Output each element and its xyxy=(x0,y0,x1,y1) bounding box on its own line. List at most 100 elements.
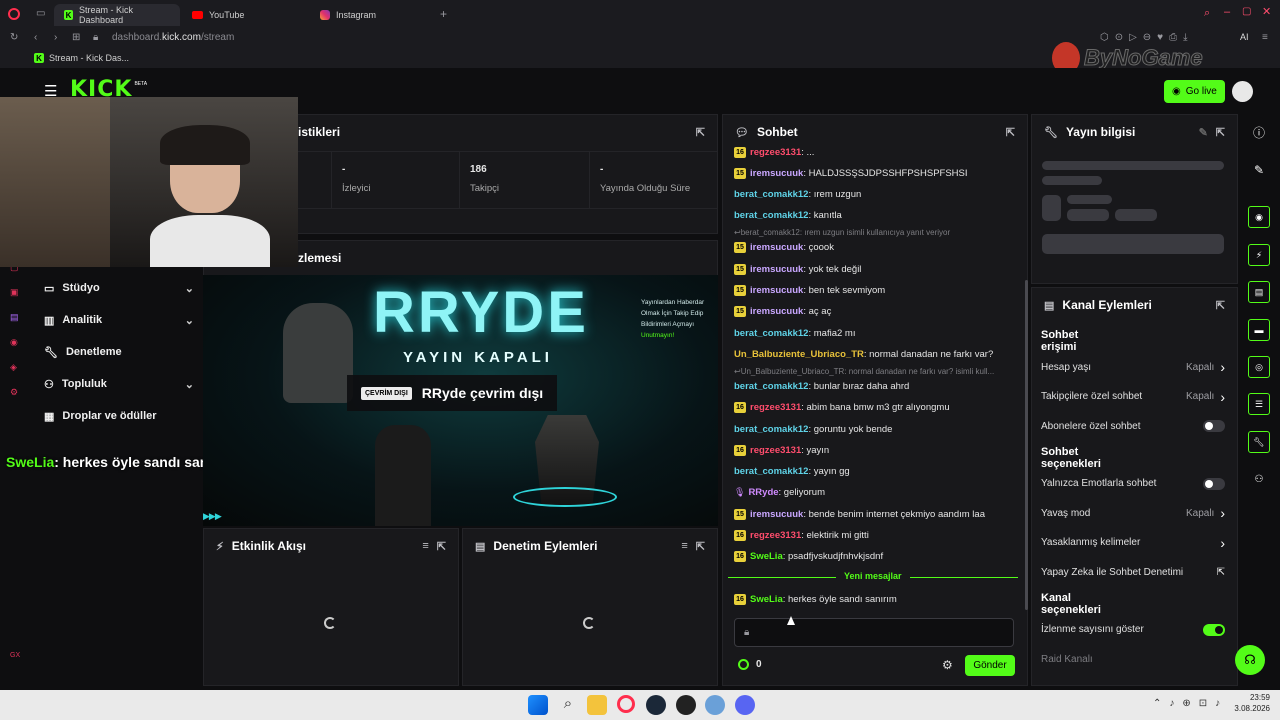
popout-icon[interactable]: ⇱ xyxy=(437,540,446,553)
chat-username[interactable]: iremsucuuk xyxy=(750,306,803,317)
chat-settings-gear-icon[interactable]: ⚙ xyxy=(942,658,953,672)
sidebar-item-drops[interactable]: ▦ Droplar ve ödüller xyxy=(44,404,194,428)
chat-message: berat_comakk12: mafia2 mı xyxy=(734,323,1014,343)
channel-action-row[interactable]: Yapay Zeka ile Sohbet Denetimi ⇱ xyxy=(1041,558,1225,586)
sidebar-item-studio[interactable]: ▭ Stüdyo ⌄ xyxy=(44,276,194,300)
chat-username[interactable]: berat_comakk12 xyxy=(734,189,808,200)
tab-kick-dashboard[interactable]: K Stream - Kick Dashboard xyxy=(54,4,180,26)
new-tab-icon[interactable]: + xyxy=(440,7,447,21)
edit-pencil-icon[interactable]: ✎ xyxy=(1199,126,1208,139)
url-field[interactable]: dashboard.kick.com/stream xyxy=(112,32,234,43)
channel-action-row[interactable]: Yavaş mod Kapalı › xyxy=(1041,499,1225,527)
reload-icon[interactable]: ↻ xyxy=(10,32,18,43)
chat-username[interactable]: berat_comakk12 xyxy=(734,466,808,477)
chat-bubble-icon[interactable]: ▬ xyxy=(1248,319,1270,341)
settings-icon[interactable]: ⚙ xyxy=(10,387,19,398)
wrench-icon[interactable]: 🔧︎ xyxy=(1248,431,1270,453)
chat-username[interactable]: berat_comakk12 xyxy=(734,328,808,339)
windows-start-icon[interactable] xyxy=(528,695,548,715)
rail-icon-4[interactable]: ◉ xyxy=(10,337,19,348)
more-menu-icon[interactable]: ≡ xyxy=(1262,32,1268,43)
obs-icon[interactable] xyxy=(676,695,696,715)
popout-icon[interactable]: ⇱ xyxy=(696,126,705,139)
tab-instagram[interactable]: Instagram xyxy=(310,4,436,26)
filter-icon[interactable]: ≡ xyxy=(422,540,428,552)
chat-username[interactable]: regzee3131 xyxy=(750,402,801,413)
bookmark-kick[interactable]: K Stream - Kick Das... xyxy=(34,53,129,63)
kick-favicon-icon: K xyxy=(64,10,74,20)
support-headset-icon[interactable]: ☊ xyxy=(1235,645,1265,675)
close-icon[interactable]: ✕ xyxy=(1262,5,1271,18)
users-icon[interactable]: ⚇ xyxy=(1248,468,1270,490)
filter-icon[interactable]: ≡ xyxy=(681,540,687,552)
maximize-icon[interactable]: ▢ xyxy=(1242,6,1251,17)
popout-icon[interactable]: ⇱ xyxy=(1216,126,1225,139)
app-icon[interactable] xyxy=(705,695,725,715)
chat-username[interactable]: iremsucuuk xyxy=(750,509,803,520)
chat-username[interactable]: Un_Balbuziente_Ubriaco_TR xyxy=(734,349,864,360)
sidebar-item-community[interactable]: ⚇ Topluluk ⌄ xyxy=(44,372,194,396)
toggle-switch[interactable] xyxy=(1203,477,1225,490)
channel-action-row[interactable]: Yalnızca Emotlarla sohbet xyxy=(1041,470,1225,498)
chat-username[interactable]: regzee3131 xyxy=(750,445,801,456)
speed-dial-icon[interactable]: ⊞ xyxy=(72,32,80,43)
chat-username[interactable]: berat_comakk12 xyxy=(734,381,808,392)
broadcast-icon[interactable]: ◎ xyxy=(1248,356,1270,378)
clock[interactable]: 23:59 3.08.2026 xyxy=(1228,692,1270,714)
popout-icon[interactable]: ⇱ xyxy=(1216,299,1225,312)
opera-gx-icon[interactable] xyxy=(617,695,635,713)
discord-icon[interactable] xyxy=(735,695,755,715)
chat-username[interactable]: iremsucuuk xyxy=(750,168,803,179)
chat-username[interactable]: berat_comakk12 xyxy=(734,210,808,221)
list-icon[interactable]: ☰ xyxy=(1248,393,1270,415)
file-explorer-icon[interactable] xyxy=(587,695,607,715)
chat-username[interactable]: regzee3131 xyxy=(750,530,801,541)
document-icon[interactable]: ▤ xyxy=(1248,281,1270,303)
info-icon[interactable]: ⓘ xyxy=(1248,121,1270,143)
ai-button[interactable]: AI xyxy=(1240,32,1249,42)
steam-icon[interactable] xyxy=(646,695,666,715)
edit-pencil-icon[interactable]: ✎ xyxy=(1248,159,1270,181)
sidebar-item-analytics[interactable]: ▥ Analitik ⌄ xyxy=(44,308,194,332)
send-button[interactable]: Gönder xyxy=(965,655,1015,676)
channel-action-row[interactable]: Yasaklanmış kelimeler › xyxy=(1041,529,1225,557)
chat-username[interactable]: berat_comakk12 xyxy=(734,424,808,435)
chat-input[interactable]: 🔒︎ xyxy=(734,618,1014,647)
search-tabs-icon[interactable]: ⌕ xyxy=(1204,7,1210,20)
avatar[interactable] xyxy=(1232,81,1253,102)
chevron-right-icon: › xyxy=(1220,359,1225,375)
rail-icon-2[interactable]: ▣ xyxy=(10,287,19,298)
sub-badge: 15 xyxy=(734,263,746,275)
camera-icon[interactable]: ◉ xyxy=(1248,206,1270,228)
channel-action-row[interactable]: İzlenme sayısını göster xyxy=(1041,616,1225,644)
channel-action-row[interactable]: Takipçilere özel sohbet Kapalı › xyxy=(1041,383,1225,411)
chat-username[interactable]: RRyde xyxy=(748,487,778,498)
rail-icon-5[interactable]: ◈ xyxy=(10,362,19,373)
go-live-button[interactable]: ◉ Go live xyxy=(1164,80,1225,103)
channel-points[interactable]: 0 xyxy=(738,659,762,670)
chat-username[interactable]: SweLia xyxy=(750,551,783,562)
sidebar-item-moderation[interactable]: 🔧︎ Denetleme xyxy=(44,340,194,364)
channel-action-row[interactable]: Abonelere özel sohbet xyxy=(1041,412,1225,440)
channel-action-row[interactable]: Hesap yaşı Kapalı › xyxy=(1041,353,1225,381)
minimize-icon[interactable]: – xyxy=(1224,6,1230,18)
chat-username[interactable]: regzee3131 xyxy=(750,147,801,158)
chat-username[interactable]: iremsucuuk xyxy=(750,264,803,275)
popout-icon[interactable]: ⇱ xyxy=(1006,126,1015,139)
back-icon[interactable]: ‹ xyxy=(34,32,37,43)
chat-text: : yok tek değil xyxy=(803,263,862,275)
chat-username[interactable]: iremsucuuk xyxy=(750,242,803,253)
popout-icon[interactable]: ⇱ xyxy=(696,540,705,553)
system-tray-icons[interactable]: ⌃♪⊕⊡♪ xyxy=(1153,698,1228,709)
tab-youtube[interactable]: YouTube xyxy=(182,4,308,26)
opera-logo-icon[interactable] xyxy=(8,8,20,20)
chat-username[interactable]: iremsucuuk xyxy=(750,285,803,296)
toggle-switch[interactable] xyxy=(1203,420,1225,432)
tab-menu-icon[interactable]: ▭ xyxy=(36,8,45,19)
twitch-icon[interactable]: ▤ xyxy=(10,312,19,323)
search-icon[interactable]: ⌕ xyxy=(558,695,578,715)
lightning-icon[interactable]: ⚡︎ xyxy=(1248,244,1270,266)
chat-scrollbar[interactable] xyxy=(1025,280,1028,610)
toggle-switch[interactable] xyxy=(1203,623,1225,636)
forward-icon[interactable]: › xyxy=(54,32,57,43)
